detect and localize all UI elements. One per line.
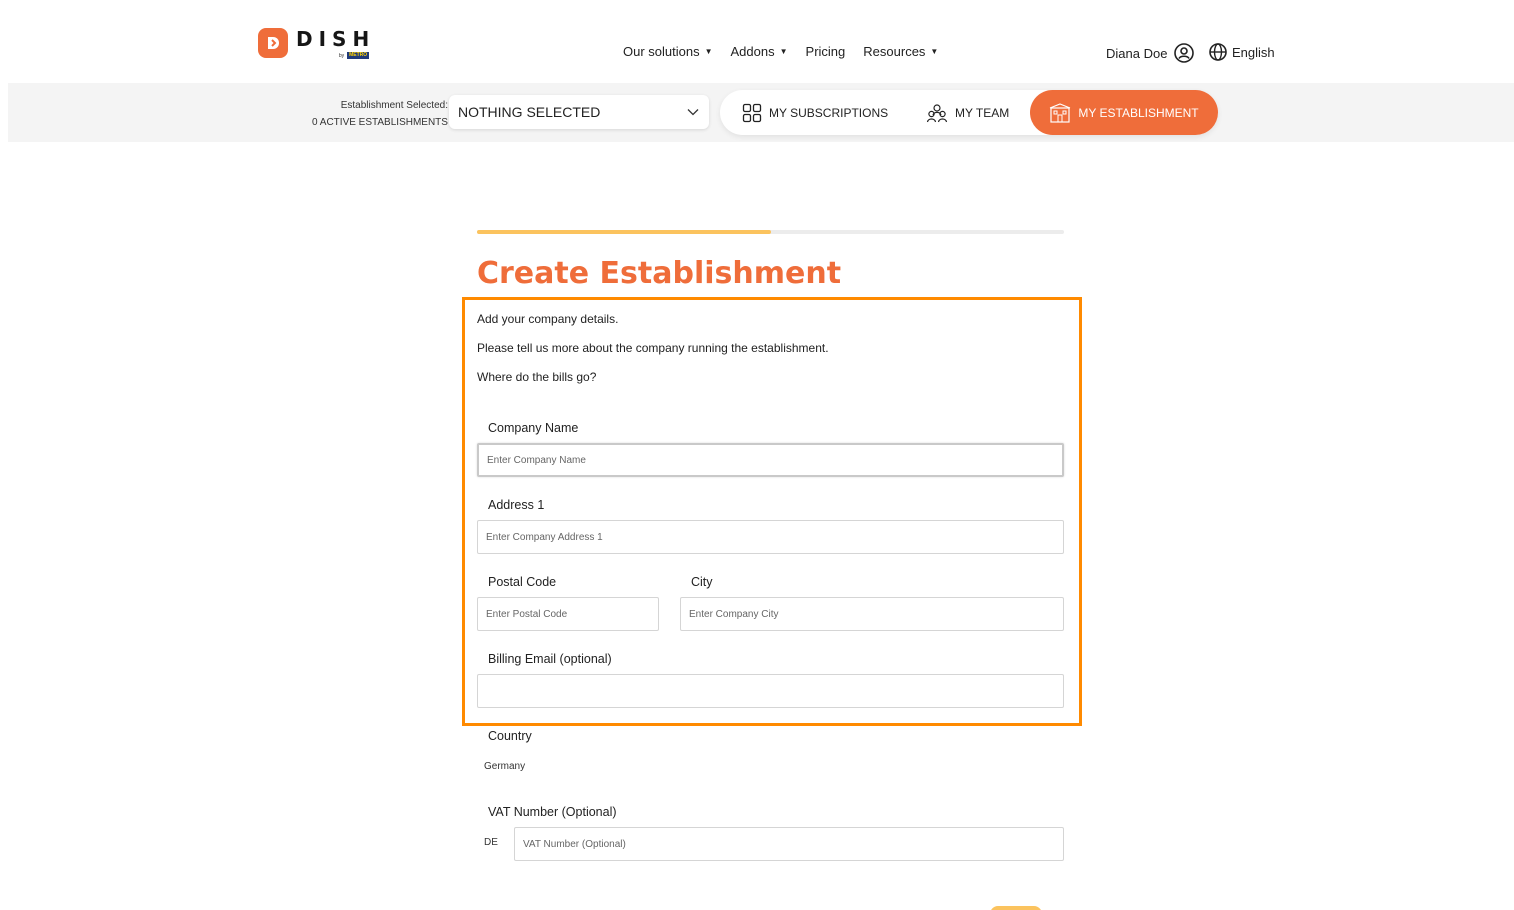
vat-label: VAT Number (Optional) bbox=[488, 805, 617, 819]
company-name-input[interactable] bbox=[477, 443, 1064, 477]
top-header: DISH by METRO Our solutions ▼ Addons ▼ P… bbox=[0, 0, 1514, 82]
building-icon bbox=[1050, 102, 1071, 123]
intro-where-bills-go: Where do the bills go? bbox=[477, 370, 597, 384]
progress-bar bbox=[477, 230, 1064, 234]
tab-my-subscriptions[interactable]: MY SUBSCRIPTIONS bbox=[742, 90, 888, 135]
next-button[interactable] bbox=[990, 906, 1042, 910]
tab-my-team[interactable]: MY TEAM bbox=[926, 90, 1009, 135]
city-input[interactable] bbox=[680, 597, 1064, 631]
language-label: English bbox=[1232, 44, 1275, 60]
establishment-select[interactable]: NOTHING SELECTED bbox=[449, 95, 709, 129]
nav-addons[interactable]: Addons ▼ bbox=[731, 44, 788, 59]
tab-my-establishment[interactable]: MY ESTABLISHMENT bbox=[1030, 90, 1218, 135]
nav-pricing[interactable]: Pricing bbox=[806, 44, 846, 59]
tab-label: MY ESTABLISHMENT bbox=[1078, 105, 1199, 120]
postal-code-label: Postal Code bbox=[488, 575, 557, 589]
address1-input[interactable] bbox=[477, 520, 1064, 554]
tab-label: MY TEAM bbox=[955, 105, 1010, 120]
city-label: City bbox=[691, 575, 713, 589]
country-label: Country bbox=[488, 729, 532, 743]
billing-email-input[interactable] bbox=[477, 674, 1064, 708]
establishment-selected-label: Establishment Selected: bbox=[340, 100, 448, 111]
language-selector[interactable]: English bbox=[1208, 42, 1275, 62]
user-menu[interactable]: Diana Doe bbox=[1106, 42, 1195, 64]
team-icon bbox=[926, 103, 948, 122]
active-establishments-count: 0 ACTIVE ESTABLISHMENTS bbox=[312, 117, 448, 128]
progress-fill bbox=[477, 230, 771, 234]
nav-label: Pricing bbox=[805, 44, 846, 59]
nav-label: Addons bbox=[730, 44, 775, 59]
company-name-label: Company Name bbox=[488, 421, 579, 435]
intro-company-details: Add your company details. bbox=[477, 312, 619, 326]
main-nav: Our solutions ▼ Addons ▼ Pricing Resourc… bbox=[623, 44, 938, 59]
nav-label: Our solutions bbox=[623, 44, 700, 59]
globe-icon bbox=[1209, 43, 1227, 61]
user-avatar-icon bbox=[1174, 43, 1195, 63]
account-tabs: MY SUBSCRIPTIONS MY TEAM MY ESTABLISHMEN… bbox=[720, 90, 1218, 135]
country-value: Germany bbox=[484, 761, 526, 772]
caret-down-icon: ▼ bbox=[779, 47, 788, 56]
brand-name: DISH bbox=[296, 27, 376, 51]
caret-down-icon: ▼ bbox=[930, 47, 939, 56]
establishment-bar: Establishment Selected: 0 ACTIVE ESTABLI… bbox=[8, 83, 1514, 142]
nav-resources[interactable]: Resources ▼ bbox=[863, 44, 938, 59]
billing-email-label: Billing Email (optional) bbox=[488, 652, 612, 666]
dish-logo[interactable]: DISH by METRO bbox=[258, 28, 375, 59]
chevron-down-icon bbox=[687, 109, 699, 116]
user-name: Diana Doe bbox=[1106, 45, 1168, 61]
tab-label: MY SUBSCRIPTIONS bbox=[769, 105, 889, 120]
metro-logo: METRO bbox=[347, 52, 370, 59]
grid-icon bbox=[742, 103, 762, 122]
intro-tell-us-more: Please tell us more about the company ru… bbox=[477, 341, 829, 355]
page-title: Create Establishment bbox=[477, 256, 842, 291]
postal-code-input[interactable] bbox=[477, 597, 659, 631]
nav-label: Resources bbox=[863, 44, 926, 59]
brand-by: by bbox=[338, 52, 345, 59]
caret-down-icon: ▼ bbox=[704, 47, 713, 56]
vat-country-prefix: DE bbox=[484, 837, 498, 848]
nav-our-solutions[interactable]: Our solutions ▼ bbox=[623, 44, 713, 59]
vat-input[interactable] bbox=[514, 827, 1064, 861]
address1-label: Address 1 bbox=[488, 498, 545, 512]
establishment-info: Establishment Selected: 0 ACTIVE ESTABLI… bbox=[312, 97, 448, 131]
establishment-select-value: NOTHING SELECTED bbox=[458, 104, 601, 120]
dish-logo-icon bbox=[258, 28, 288, 58]
